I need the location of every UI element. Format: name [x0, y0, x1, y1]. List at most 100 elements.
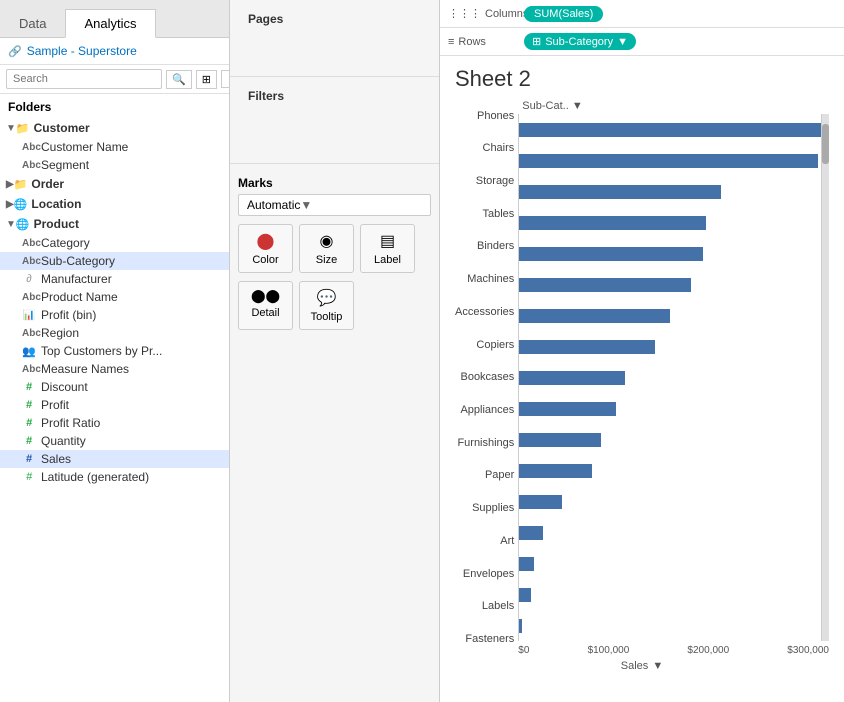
folder-icon-customer: 📁	[16, 122, 30, 135]
columns-pill-label: SUM(Sales)	[534, 8, 593, 20]
marks-size-button[interactable]: ◉ Size	[299, 224, 354, 273]
sort-button[interactable]: ▼	[221, 70, 230, 88]
bar-row-labels[interactable]	[519, 586, 821, 604]
field-latitude[interactable]: # Latitude (generated)	[0, 468, 229, 486]
field-label-segment: Segment	[41, 158, 89, 172]
people-icon-top-customers: 👥	[22, 345, 36, 358]
marks-dropdown-value: Automatic	[247, 198, 300, 212]
tooltip-label: Tooltip	[311, 311, 343, 323]
field-quantity[interactable]: # Quantity	[0, 432, 229, 450]
search-input[interactable]	[6, 69, 162, 89]
field-region[interactable]: Abc Region	[0, 324, 229, 342]
bar-row-furnishings[interactable]	[519, 431, 821, 449]
bar-row-bookcases[interactable]	[519, 369, 821, 387]
data-source-row[interactable]: 🔗 Sample - Superstore	[0, 38, 229, 65]
folder-header-customer[interactable]: ▼ 📁 Customer	[0, 118, 229, 138]
field-label-discount: Discount	[41, 380, 88, 394]
bar-icon-profit-bin: 📊	[22, 310, 36, 321]
field-category[interactable]: Abc Category	[0, 234, 229, 252]
marks-label-button[interactable]: ▤ Label	[360, 224, 415, 273]
marks-buttons-row1: ⬤ Color ◉ Size ▤ Label	[238, 224, 431, 273]
x-axis-label: $100,000	[588, 645, 630, 656]
folder-header-product[interactable]: ▼ 🌐 Product	[0, 214, 229, 234]
tab-analytics[interactable]: Analytics	[65, 9, 155, 38]
bar-label-binders: Binders	[455, 239, 514, 254]
field-product-name[interactable]: Abc Product Name	[0, 288, 229, 306]
tab-data[interactable]: Data	[0, 9, 65, 37]
marks-label: Marks	[238, 170, 431, 194]
color-icon: ⬤	[257, 231, 275, 251]
hash-icon-discount: #	[22, 381, 36, 393]
x-axis-label: $0	[518, 645, 529, 656]
bar-row-accessories[interactable]	[519, 307, 821, 325]
bar-row-art[interactable]	[519, 524, 821, 542]
bar-tables	[519, 216, 706, 230]
field-label-region: Region	[41, 326, 79, 340]
folder-product: ▼ 🌐 Product Abc Category Abc Sub-Categor…	[0, 214, 229, 306]
detail-label: Detail	[251, 307, 279, 319]
bar-label-storage: Storage	[455, 174, 514, 189]
filters-drop-area[interactable]	[238, 109, 431, 159]
bar-row-appliances[interactable]	[519, 400, 821, 418]
bar-bookcases	[519, 371, 625, 385]
bar-appliances	[519, 402, 616, 416]
bar-row-phones[interactable]	[519, 121, 821, 139]
folder-header-location[interactable]: ▶ 🌐 Location	[0, 194, 229, 214]
bar-row-tables[interactable]	[519, 214, 821, 232]
field-top-customers[interactable]: 👥 Top Customers by Pr...	[0, 342, 229, 360]
field-label-quantity: Quantity	[41, 434, 86, 448]
field-discount[interactable]: # Discount	[0, 378, 229, 396]
marks-detail-button[interactable]: ⬤⬤ Detail	[238, 281, 293, 330]
bar-copiers	[519, 340, 655, 354]
search-button[interactable]: 🔍	[166, 70, 192, 89]
rows-pill-subcategory[interactable]: ⊞ Sub-Category ▼	[524, 33, 636, 50]
field-profit[interactable]: # Profit	[0, 396, 229, 414]
chart-labels: PhonesChairsStorageTablesBindersMachines…	[455, 100, 518, 656]
bar-furnishings	[519, 433, 600, 447]
bar-label-bookcases: Bookcases	[455, 370, 514, 385]
data-source-icon: 🔗	[8, 45, 22, 58]
chart-bars-area	[518, 114, 821, 641]
rows-shelf: ≡ Rows ⊞ Sub-Category ▼	[440, 28, 844, 56]
abc-icon-product-name: Abc	[22, 292, 36, 303]
x-axis-label: $200,000	[687, 645, 729, 656]
folder-header-order[interactable]: ▶ 📁 Order	[0, 174, 229, 194]
columns-pill-sum-sales[interactable]: SUM(Sales)	[524, 6, 603, 22]
abc-icon-subcategory: Abc	[22, 256, 36, 267]
folder-label-location: Location	[31, 197, 223, 211]
marks-tooltip-button[interactable]: 💬 Tooltip	[299, 281, 354, 330]
marks-type-dropdown[interactable]: Automatic ▼	[238, 194, 431, 216]
rows-pill-label: Sub-Category	[545, 36, 613, 48]
abc-icon-segment: Abc	[22, 160, 36, 171]
pages-drop-area[interactable]	[238, 32, 431, 72]
bar-row-envelopes[interactable]	[519, 555, 821, 573]
chart-header[interactable]: Sub-Cat.. ▼	[518, 100, 829, 114]
bar-machines	[519, 278, 691, 292]
bar-label-supplies: Supplies	[455, 501, 514, 516]
bar-row-copiers[interactable]	[519, 338, 821, 356]
field-profit-ratio[interactable]: # Profit Ratio	[0, 414, 229, 432]
field-profit-bin[interactable]: 📊 Profit (bin)	[0, 306, 229, 324]
field-segment[interactable]: Abc Segment	[0, 156, 229, 174]
field-measure-names[interactable]: Abc Measure Names	[0, 360, 229, 378]
chart-scrollbar[interactable]	[821, 114, 829, 641]
scrollbar-thumb[interactable]	[822, 124, 829, 164]
bar-row-paper[interactable]	[519, 462, 821, 480]
marks-color-button[interactable]: ⬤ Color	[238, 224, 293, 273]
view-toggle-button[interactable]: ⊞	[196, 70, 217, 89]
bar-row-fasteners[interactable]	[519, 617, 821, 635]
field-customer-name[interactable]: Abc Customer Name	[0, 138, 229, 156]
field-sales[interactable]: # Sales	[0, 450, 229, 468]
bar-accessories	[519, 309, 670, 323]
bar-row-storage[interactable]	[519, 183, 821, 201]
bar-supplies	[519, 495, 561, 509]
field-manufacturer[interactable]: ∂ Manufacturer	[0, 270, 229, 288]
bar-row-supplies[interactable]	[519, 493, 821, 511]
bar-row-chairs[interactable]	[519, 152, 821, 170]
folder-icon-product: 🌐	[16, 218, 30, 231]
bar-row-machines[interactable]	[519, 276, 821, 294]
field-subcategory[interactable]: Abc Sub-Category	[0, 252, 229, 270]
abc-icon-customer-name: Abc	[22, 142, 36, 153]
rows-pill-filter-icon: ▼	[617, 36, 628, 48]
bar-row-binders[interactable]	[519, 245, 821, 263]
